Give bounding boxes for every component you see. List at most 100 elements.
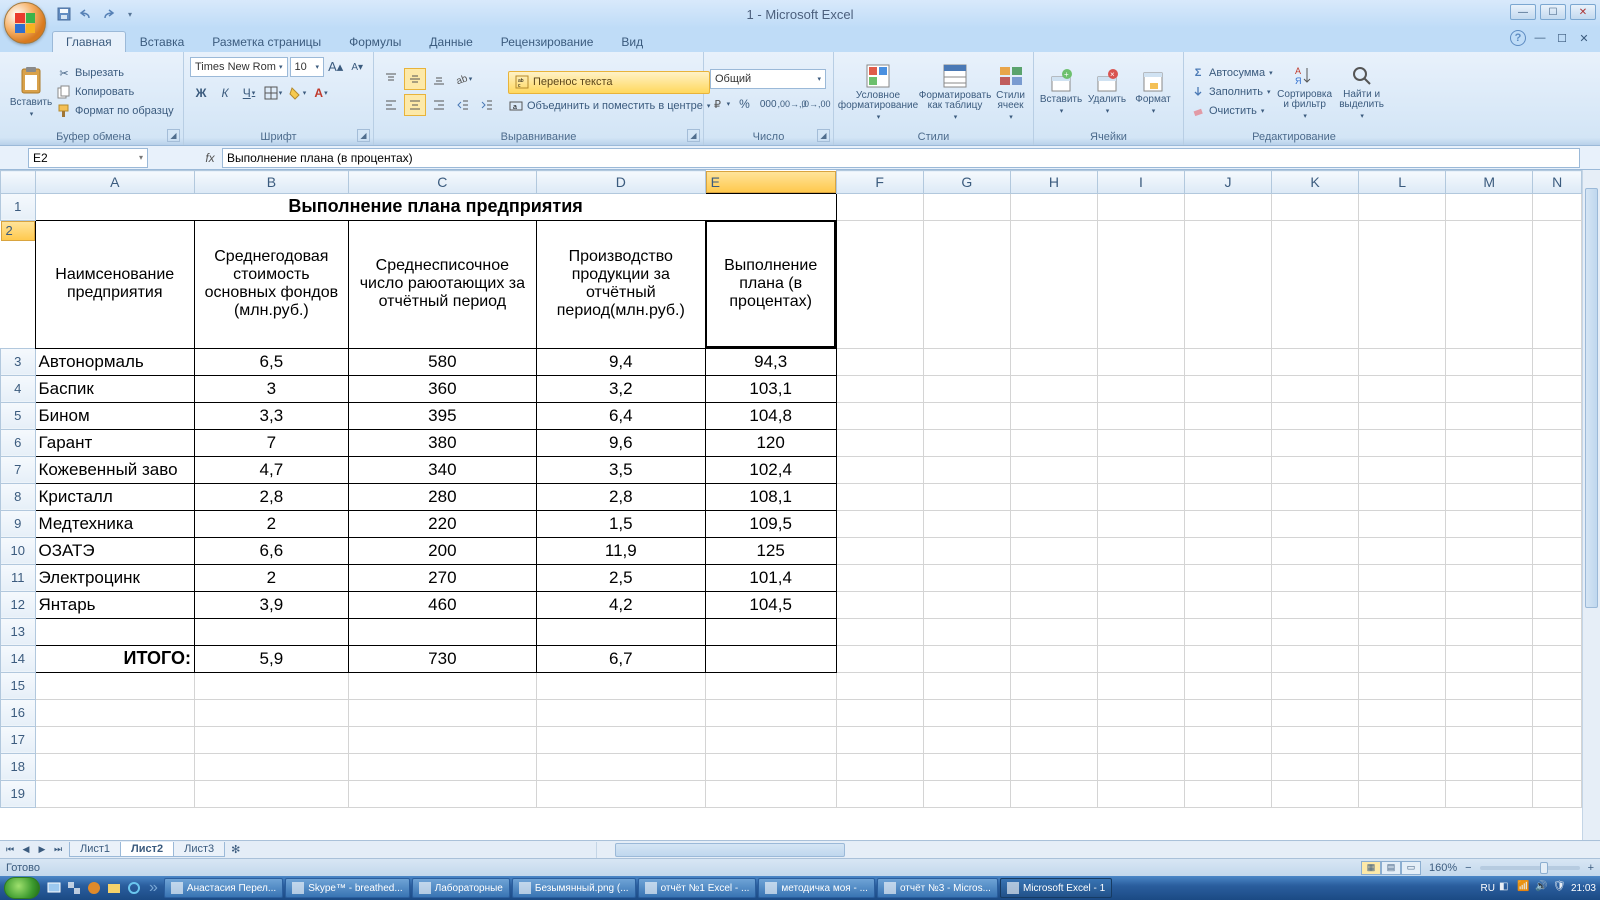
cell[interactable]: 104,5 (705, 591, 836, 618)
cell[interactable]: 104,8 (705, 402, 836, 429)
row-header[interactable]: 9 (1, 510, 36, 537)
cell[interactable] (1533, 672, 1582, 699)
row-header[interactable]: 1 (1, 193, 36, 220)
tray-icon[interactable]: ◧ (1499, 881, 1513, 895)
cell[interactable]: 2,8 (194, 483, 348, 510)
increase-font-icon[interactable]: A▴ (326, 56, 346, 78)
cell[interactable] (1533, 402, 1582, 429)
ql-switch-icon[interactable] (65, 879, 83, 897)
tray-volume-icon[interactable]: 🔊 (1535, 881, 1549, 895)
cell[interactable] (1184, 537, 1271, 564)
cell[interactable] (1098, 618, 1185, 645)
decrease-indent-icon[interactable] (452, 94, 474, 116)
cell[interactable] (1184, 510, 1271, 537)
font-name-select[interactable]: Times New Rom▾ (190, 57, 288, 77)
align-top-icon[interactable] (380, 68, 402, 90)
cell[interactable] (35, 699, 194, 726)
format-table-button[interactable]: Форматировать как таблицу▾ (920, 56, 990, 128)
cell[interactable]: Баспик (35, 375, 194, 402)
cell[interactable] (923, 456, 1010, 483)
cell[interactable]: 11,9 (536, 537, 705, 564)
cell[interactable] (1359, 483, 1446, 510)
cell[interactable] (1010, 780, 1097, 807)
cell[interactable] (1184, 483, 1271, 510)
cell[interactable] (1446, 645, 1533, 672)
column-header[interactable]: J (1184, 171, 1271, 194)
decrease-font-icon[interactable]: A▾ (348, 56, 368, 78)
cell[interactable] (923, 510, 1010, 537)
wrap-text-button[interactable]: abcПеренос текста (508, 71, 710, 94)
cell[interactable]: Выполнение плана (в процентах) (705, 220, 836, 348)
font-color-button[interactable]: А▾ (310, 82, 332, 104)
cell[interactable] (35, 753, 194, 780)
zoom-level[interactable]: 160% (1429, 862, 1457, 874)
align-bottom-icon[interactable] (428, 68, 450, 90)
cell[interactable] (836, 645, 923, 672)
fill-color-button[interactable]: ▾ (286, 82, 308, 104)
ql-explorer-icon[interactable] (105, 879, 123, 897)
cell[interactable] (923, 753, 1010, 780)
cell[interactable] (35, 618, 194, 645)
cell[interactable]: 1,5 (536, 510, 705, 537)
cell[interactable]: 460 (348, 591, 536, 618)
cell[interactable] (705, 726, 836, 753)
cell[interactable]: 6,4 (536, 402, 705, 429)
formula-input[interactable]: Выполнение плана (в процентах) (222, 148, 1580, 168)
cell[interactable] (1010, 193, 1097, 220)
cell[interactable] (836, 483, 923, 510)
cell-styles-button[interactable]: Стили ячеек▾ (994, 56, 1027, 128)
align-dialog-launcher[interactable]: ◢ (687, 129, 700, 142)
cell[interactable] (1184, 699, 1271, 726)
lang-indicator[interactable]: RU (1481, 883, 1495, 894)
cell[interactable] (1533, 645, 1582, 672)
column-header[interactable]: B (194, 171, 348, 194)
cell[interactable] (836, 780, 923, 807)
help-icon[interactable]: ? (1510, 30, 1526, 46)
cell[interactable] (1533, 618, 1582, 645)
cell[interactable] (1098, 193, 1185, 220)
cell[interactable] (1271, 456, 1358, 483)
column-header[interactable]: I (1098, 171, 1185, 194)
align-center-icon[interactable] (404, 94, 426, 116)
cell[interactable] (1533, 456, 1582, 483)
cell[interactable] (35, 780, 194, 807)
find-select-button[interactable]: Найти и выделить▾ (1337, 56, 1387, 128)
cell[interactable] (836, 402, 923, 429)
cell[interactable] (923, 193, 1010, 220)
sheet-tab[interactable]: Лист1 (69, 842, 121, 857)
cell[interactable] (1533, 220, 1582, 348)
cell[interactable] (1359, 348, 1446, 375)
cell[interactable] (705, 645, 836, 672)
cell[interactable] (1271, 483, 1358, 510)
cell[interactable] (1446, 375, 1533, 402)
cell[interactable] (923, 672, 1010, 699)
percent-icon[interactable]: % (734, 93, 756, 115)
cell[interactable] (1533, 726, 1582, 753)
column-header[interactable]: K (1271, 171, 1358, 194)
cell[interactable] (1184, 564, 1271, 591)
cell[interactable] (1271, 618, 1358, 645)
cell[interactable]: 200 (348, 537, 536, 564)
cell[interactable] (923, 348, 1010, 375)
cell[interactable] (1359, 645, 1446, 672)
cell[interactable] (536, 753, 705, 780)
cell[interactable] (923, 402, 1010, 429)
new-sheet-button[interactable]: ✻ (225, 843, 246, 856)
cell[interactable] (1010, 618, 1097, 645)
vertical-scrollbar[interactable] (1582, 170, 1600, 840)
cell[interactable] (1359, 220, 1446, 348)
cell[interactable] (1359, 375, 1446, 402)
cell[interactable] (1098, 348, 1185, 375)
cell[interactable]: 270 (348, 564, 536, 591)
cell[interactable] (1359, 726, 1446, 753)
column-header[interactable]: G (923, 171, 1010, 194)
cell[interactable] (35, 726, 194, 753)
cell[interactable] (35, 672, 194, 699)
cell[interactable] (1184, 429, 1271, 456)
cell[interactable] (348, 672, 536, 699)
cell[interactable] (836, 510, 923, 537)
cell[interactable] (836, 726, 923, 753)
row-header[interactable]: 15 (1, 672, 36, 699)
cell[interactable]: 101,4 (705, 564, 836, 591)
row-header[interactable]: 3 (1, 348, 36, 375)
